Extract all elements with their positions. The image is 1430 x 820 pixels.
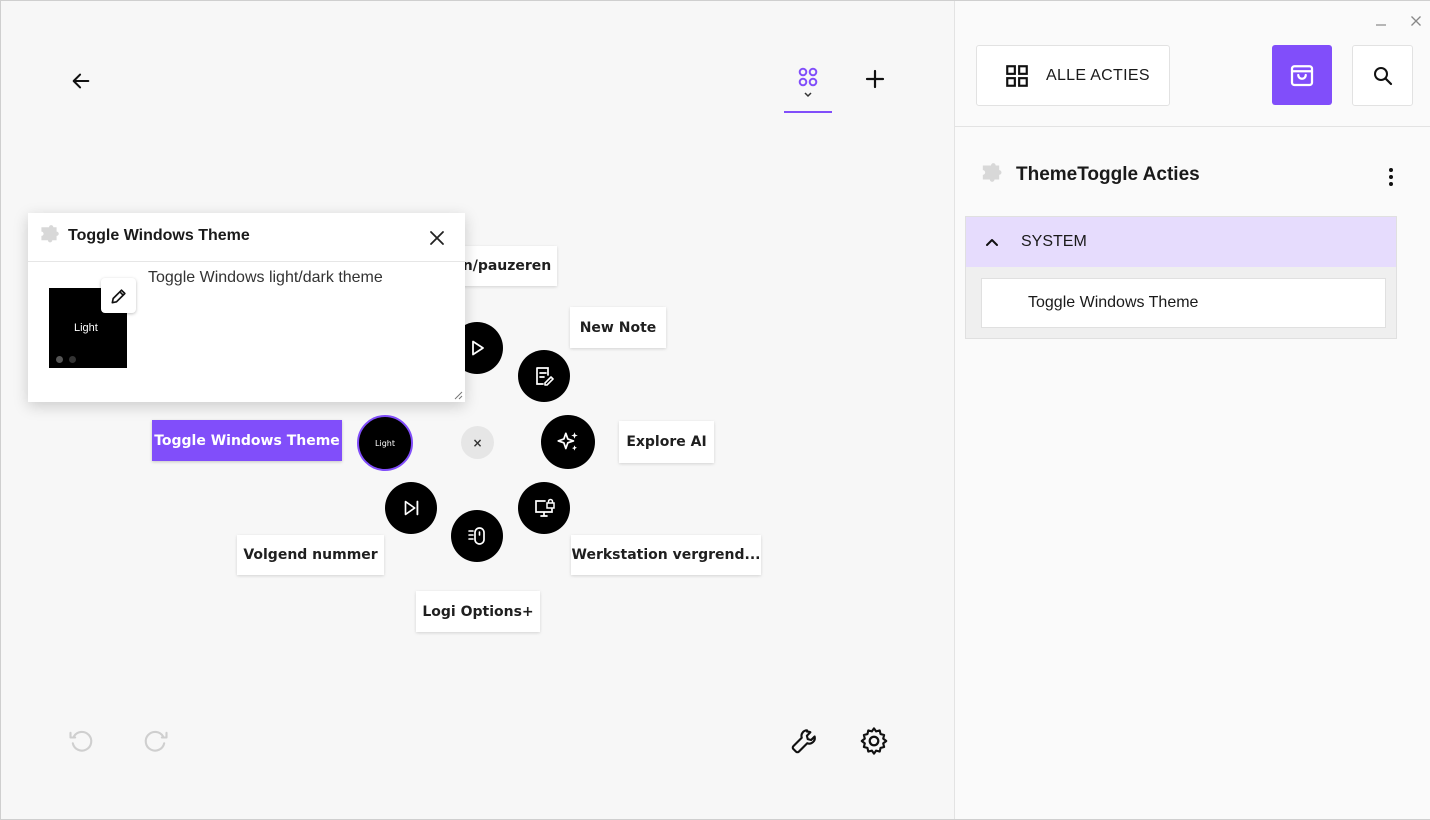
puzzle-icon (982, 163, 1002, 182)
minimize-icon (1376, 24, 1386, 26)
search-icon (1373, 66, 1392, 85)
plugin-title: ThemeToggle Acties (1016, 164, 1200, 185)
close-icon (430, 231, 444, 245)
radial-slot-next-track[interactable] (385, 482, 437, 534)
wrench-button[interactable] (786, 723, 822, 759)
monitor-lock-icon (535, 498, 555, 517)
divider (955, 126, 1430, 127)
action-label-text: Toggle Windows Theme (154, 432, 340, 449)
mouse-icon (468, 527, 485, 545)
action-detail-popup: Toggle Windows Theme Light Toggle Window… (28, 213, 465, 402)
back-button[interactable] (63, 63, 99, 99)
minimize-button[interactable] (1371, 11, 1391, 31)
kebab-menu-icon (1389, 168, 1393, 186)
redo-icon (144, 730, 168, 752)
grid-icon (1006, 64, 1028, 87)
chevron-up-icon (986, 239, 998, 246)
sparkles-icon (557, 432, 578, 451)
grid-dots-icon (798, 67, 818, 87)
window-close-button[interactable] (1406, 11, 1426, 31)
gear-icon (860, 727, 888, 755)
action-label-new-note[interactable]: New Note (570, 307, 666, 348)
skip-next-icon (404, 500, 419, 516)
action-label-toggle-theme[interactable]: Toggle Windows Theme (152, 420, 342, 461)
list-item-label: Toggle Windows Theme (1028, 294, 1199, 311)
resize-handle-icon[interactable] (453, 390, 463, 400)
marketplace-button[interactable] (1272, 45, 1332, 105)
all-actions-button[interactable]: ALLE ACTIES (976, 45, 1170, 106)
all-actions-label: ALLE ACTIES (1046, 66, 1150, 84)
wrench-icon (791, 729, 816, 754)
tab-profiles[interactable] (784, 59, 832, 113)
action-label-text: Volgend nummer (243, 547, 378, 563)
action-group-system: SYSTEM Toggle Windows Theme (965, 216, 1397, 339)
action-label-text: Logi Options+ (422, 603, 534, 620)
more-options-button[interactable] (1380, 163, 1402, 191)
chevron-down-icon (804, 92, 812, 98)
editor-pane: n/pauzeren New Note Explore AI Werkstati… (1, 1, 953, 819)
undo-icon (69, 730, 93, 752)
action-label-lock-workstation[interactable]: Werkstation vergrend... (571, 535, 761, 575)
close-icon (1411, 16, 1421, 26)
close-icon: × (472, 435, 483, 450)
popup-header: Toggle Windows Theme (28, 213, 465, 262)
actions-sidebar: ALLE ACTIES ThemeToggle Acties (954, 1, 1430, 819)
group-header[interactable]: SYSTEM (966, 217, 1396, 267)
settings-button[interactable] (856, 723, 892, 759)
shopping-bag-icon (1290, 65, 1314, 87)
add-button[interactable] (857, 61, 893, 97)
popup-description: Toggle Windows light/dark theme (148, 269, 383, 286)
action-label-explore-ai[interactable]: Explore AI (619, 421, 714, 463)
popup-close-button[interactable] (424, 225, 450, 251)
group-label: SYSTEM (1021, 233, 1087, 250)
state-dot (56, 356, 63, 363)
action-label-text: New Note (579, 319, 657, 336)
action-label-text: Werkstation vergrend... (571, 547, 761, 563)
app-window: n/pauzeren New Note Explore AI Werkstati… (0, 0, 1430, 820)
action-label-next-track[interactable]: Volgend nummer (237, 535, 384, 575)
pencil-icon (111, 288, 126, 303)
action-label-logi-options[interactable]: Logi Options+ (416, 591, 540, 632)
play-icon (472, 340, 484, 356)
radial-slot-lock-workstation[interactable] (518, 482, 570, 534)
radial-slot-explore-ai[interactable] (541, 415, 595, 469)
search-button[interactable] (1352, 45, 1413, 106)
popup-title: Toggle Windows Theme (68, 227, 250, 244)
slot-thumb-label: Light (375, 438, 395, 448)
redo-button[interactable] (140, 725, 172, 757)
radial-center-close-button[interactable]: × (461, 426, 494, 459)
edit-icon-button[interactable] (101, 278, 136, 313)
radial-slot-new-note[interactable] (518, 350, 570, 402)
note-edit-icon (536, 367, 554, 386)
list-item[interactable]: Toggle Windows Theme (981, 278, 1386, 328)
action-label-text: Explore AI (626, 434, 707, 450)
action-label-text: n/pauzeren (462, 258, 552, 274)
radial-slot-toggle-theme[interactable]: Light (357, 415, 413, 471)
arrow-left-icon (72, 73, 90, 89)
plus-icon (865, 69, 885, 89)
puzzle-icon (41, 225, 59, 243)
undo-button[interactable] (65, 725, 97, 757)
state-dot (69, 356, 76, 363)
thumb-label: Light (74, 322, 98, 334)
radial-slot-logi-options[interactable] (451, 510, 503, 562)
